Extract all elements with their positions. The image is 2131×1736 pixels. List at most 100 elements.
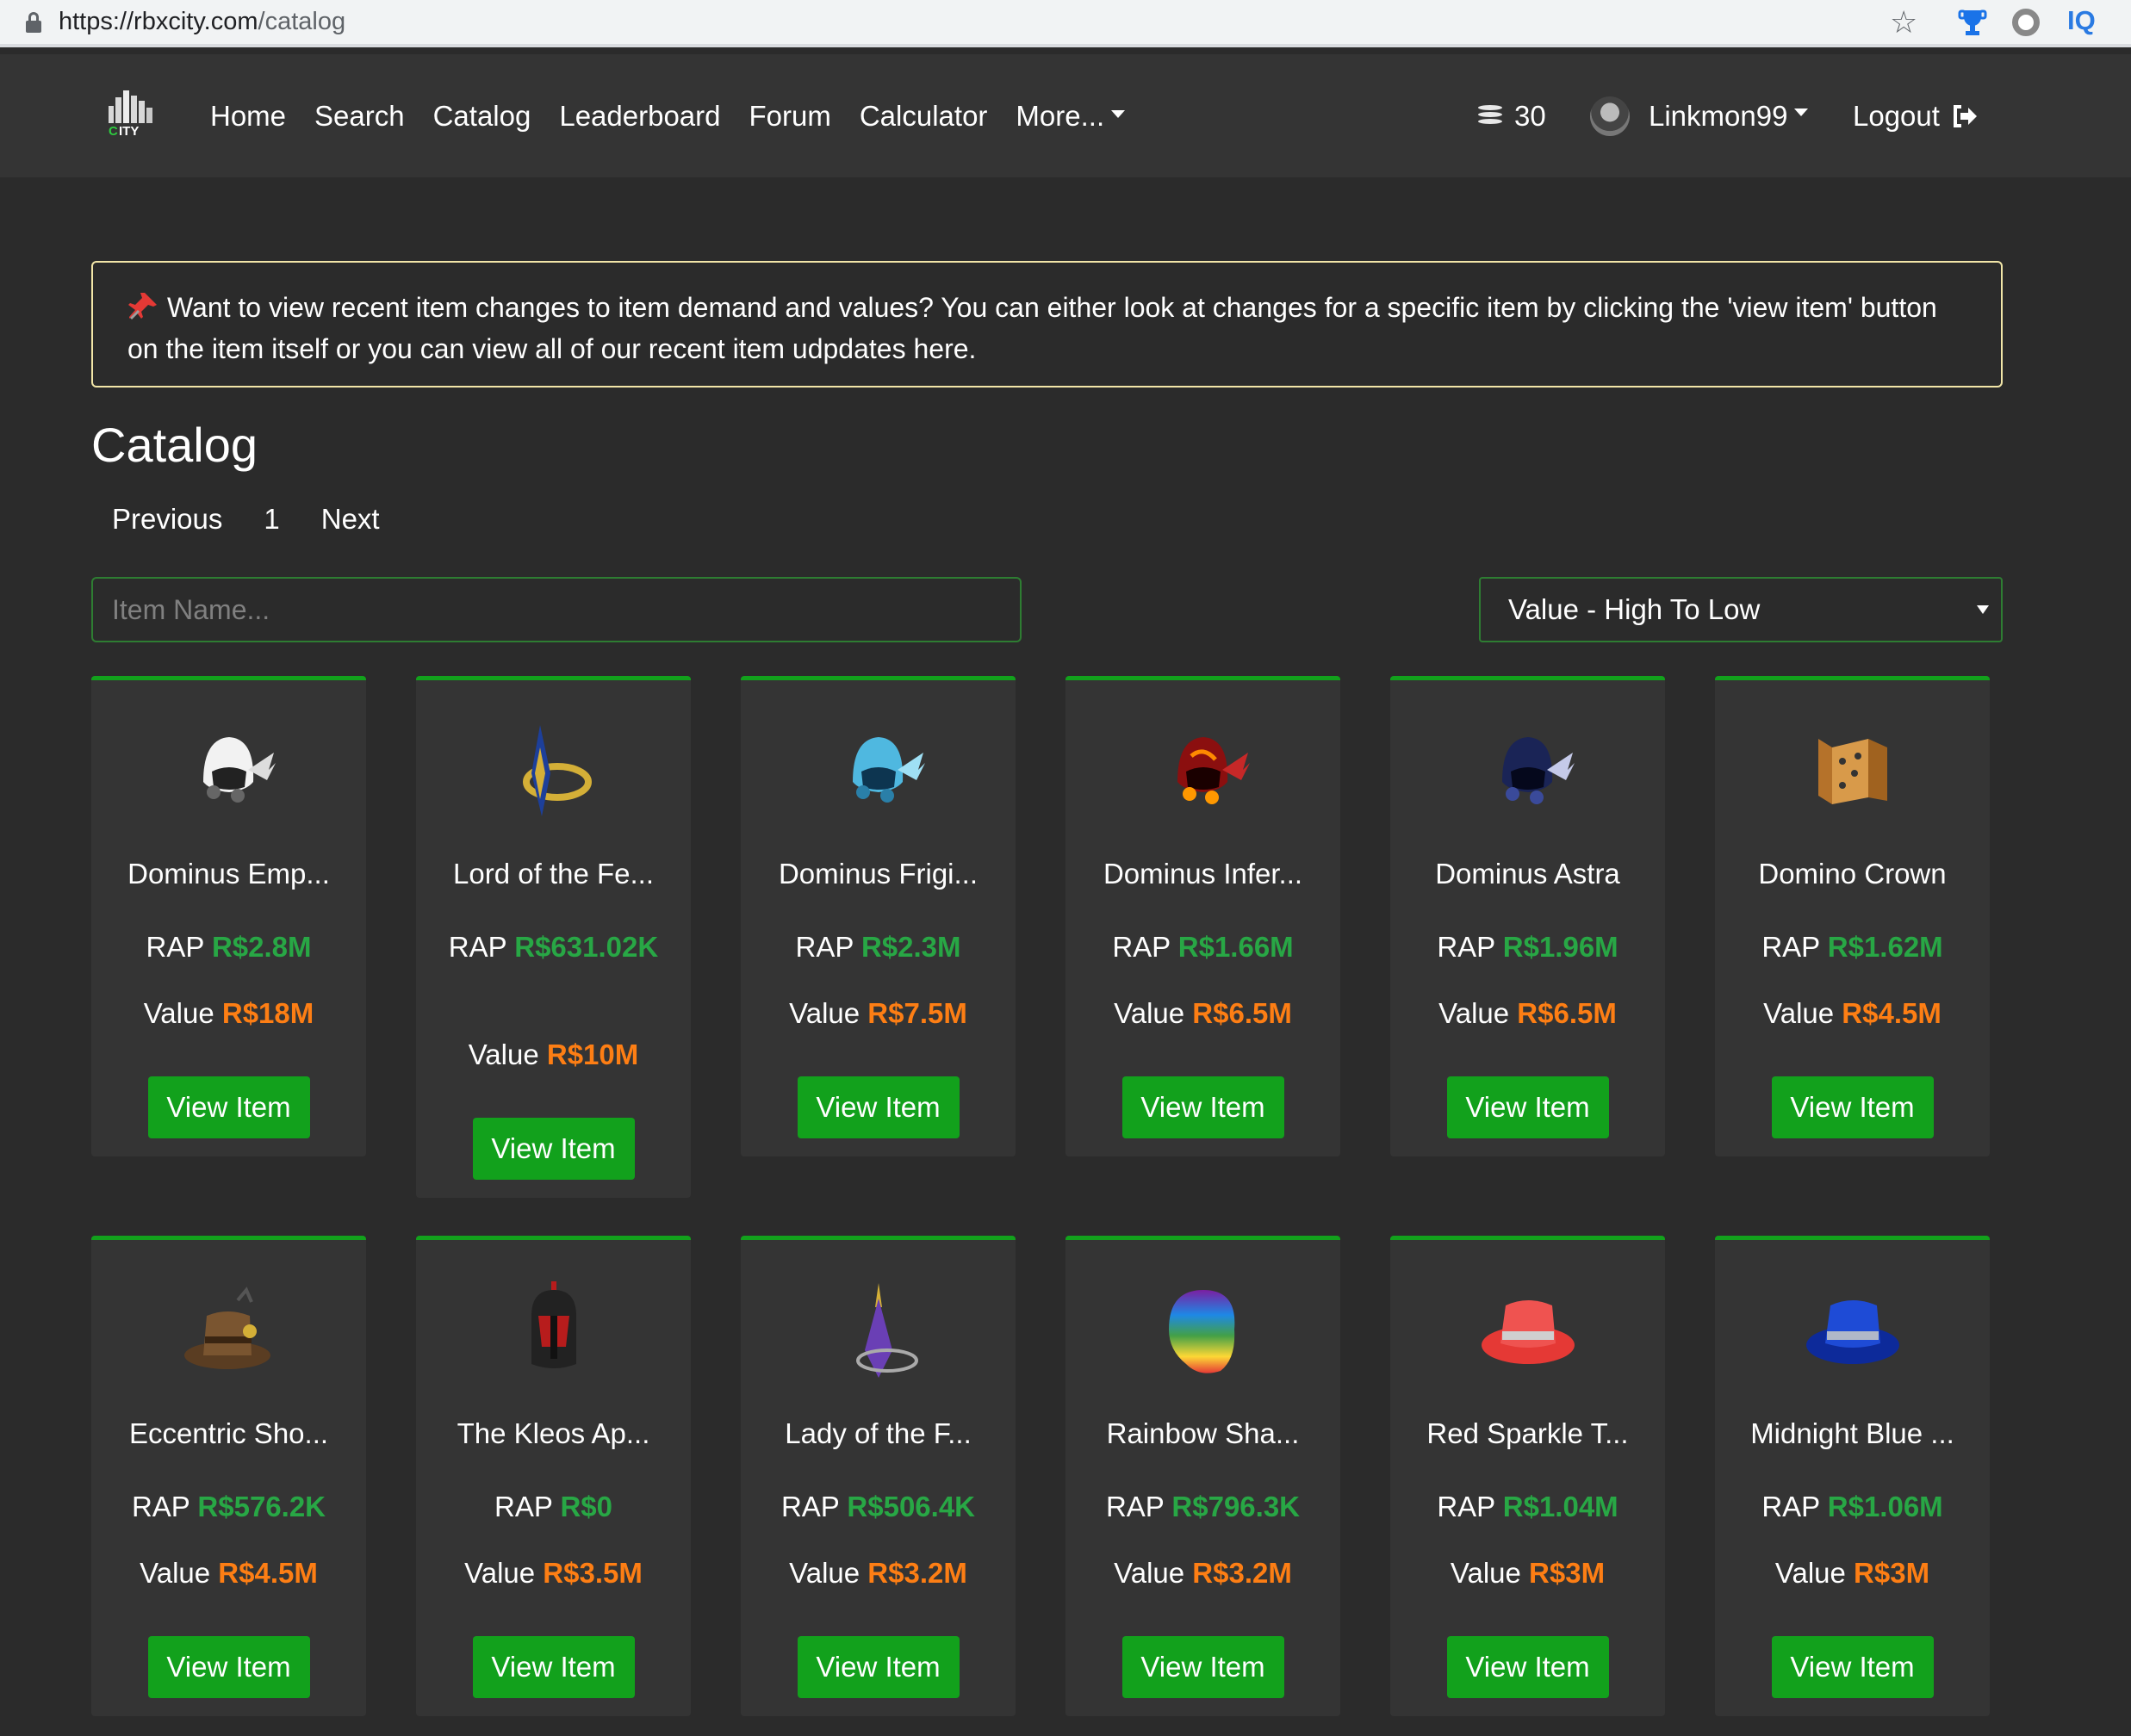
view-item-button[interactable]: View Item bbox=[1771, 1636, 1934, 1698]
value-label: Value bbox=[789, 997, 860, 1029]
item-value: Value R$6.5M bbox=[1066, 997, 1340, 1030]
value-label: Value bbox=[1114, 997, 1185, 1029]
item-thumbnail[interactable] bbox=[1801, 722, 1904, 825]
url-path: /catalog bbox=[258, 8, 346, 35]
item-rap: RAP R$1.06M bbox=[1741, 1486, 1964, 1528]
pushpin-icon bbox=[128, 293, 157, 320]
nav-search[interactable]: Search bbox=[314, 100, 405, 133]
view-item-button[interactable]: View Item bbox=[1771, 1076, 1934, 1138]
item-thumbnail[interactable] bbox=[1152, 1281, 1255, 1385]
view-item-button[interactable]: View Item bbox=[472, 1118, 635, 1180]
nav-home[interactable]: Home bbox=[210, 100, 286, 133]
nav-forum[interactable]: Forum bbox=[749, 100, 831, 133]
item-name: Midnight Blue ... bbox=[1750, 1417, 1954, 1449]
rap-label: RAP bbox=[448, 931, 507, 963]
view-item-button[interactable]: View Item bbox=[1446, 1076, 1609, 1138]
item-thumbnail[interactable] bbox=[1801, 1281, 1904, 1385]
value-label: Value bbox=[1763, 997, 1835, 1029]
value-amount: R$10M bbox=[546, 1038, 639, 1070]
pagination-page-1[interactable]: 1 bbox=[243, 503, 300, 536]
item-name-search-input[interactable] bbox=[91, 577, 1022, 642]
rbxcity-logo-icon[interactable]: C ITY bbox=[105, 89, 158, 137]
nav-more-dropdown[interactable]: More... bbox=[1016, 99, 1126, 133]
item-rap: RAP R$2.8M bbox=[117, 927, 340, 968]
item-thumbnail[interactable] bbox=[502, 722, 606, 825]
alert-text: Want to view recent item changes to item… bbox=[127, 292, 1937, 364]
item-rap: RAP R$506.4K bbox=[767, 1486, 990, 1528]
trophy-extension-icon[interactable] bbox=[1957, 7, 1988, 38]
rap-label: RAP bbox=[1112, 931, 1171, 963]
rap-amount: R$2.8M bbox=[211, 931, 312, 963]
pagination-next[interactable]: Next bbox=[301, 503, 401, 536]
value-amount: R$18M bbox=[221, 997, 314, 1029]
value-amount: R$3.5M bbox=[543, 1557, 643, 1589]
nav-more-label: More... bbox=[1016, 99, 1105, 132]
item-card: The Kleos Ap... RAP R$0 Value R$3.5M View I… bbox=[416, 1236, 691, 1716]
item-thumbnail[interactable] bbox=[1476, 722, 1580, 825]
item-value: Value R$7.5M bbox=[741, 997, 1016, 1030]
item-value: Value R$3.2M bbox=[741, 1557, 1016, 1590]
logout-button[interactable]: Logout bbox=[1853, 54, 1978, 177]
browser-address-bar[interactable]: https://rbxcity.com/catalog ☆ IQ bbox=[0, 0, 2131, 47]
rap-label: RAP bbox=[1761, 931, 1820, 963]
item-card: Lord of the Fe... RAP R$631.02K Value R$10… bbox=[416, 676, 691, 1198]
value-label: Value bbox=[143, 997, 214, 1029]
coin-balance[interactable]: 30 bbox=[1476, 54, 1546, 177]
item-name: Eccentric Sho... bbox=[128, 1417, 329, 1449]
item-name: Dominus Astra bbox=[1435, 858, 1620, 890]
item-card: Red Sparkle T... RAP R$1.04M Value R$3M Vie… bbox=[1390, 1236, 1665, 1716]
item-thumbnail[interactable] bbox=[827, 1281, 930, 1385]
item-rap: RAP R$1.04M bbox=[1416, 1486, 1639, 1528]
bookmark-star-icon[interactable]: ☆ bbox=[1890, 4, 1917, 40]
item-thumbnail[interactable] bbox=[502, 1278, 606, 1385]
item-name: Dominus Infer... bbox=[1103, 858, 1303, 890]
site-navbar: C ITY Home Search Catalog Leaderboard Fo… bbox=[0, 54, 2131, 177]
item-value: Value R$10M bbox=[416, 1038, 691, 1071]
item-thumbnail[interactable] bbox=[1152, 722, 1255, 825]
chevron-down-icon bbox=[1977, 605, 1989, 614]
item-thumbnail[interactable] bbox=[177, 722, 281, 825]
value-amount: R$6.5M bbox=[1517, 997, 1617, 1029]
rap-amount: R$576.2K bbox=[197, 1491, 326, 1522]
nav-leaderboard[interactable]: Leaderboard bbox=[559, 100, 720, 133]
item-thumbnail[interactable] bbox=[177, 1281, 281, 1385]
value-label: Value bbox=[140, 1557, 211, 1589]
item-card: Domino Crown RAP R$1.62M Value R$4.5M View … bbox=[1715, 676, 1990, 1156]
item-card: Dominus Astra RAP R$1.96M Value R$6.5M View… bbox=[1390, 676, 1665, 1156]
pagination-previous[interactable]: Previous bbox=[91, 503, 243, 536]
view-item-button[interactable]: View Item bbox=[1121, 1076, 1284, 1138]
item-value: Value R$3.2M bbox=[1066, 1557, 1340, 1590]
item-value: Value R$4.5M bbox=[1715, 997, 1990, 1030]
value-label: Value bbox=[1774, 1557, 1846, 1589]
item-value: Value R$3M bbox=[1715, 1557, 1990, 1590]
iq-extension-icon[interactable]: IQ bbox=[2067, 5, 2096, 36]
user-menu-dropdown[interactable]: Linkmon99 bbox=[1590, 54, 1809, 177]
item-value: Value R$3M bbox=[1390, 1557, 1665, 1590]
circle-extension-icon[interactable] bbox=[2012, 9, 2040, 36]
chevron-down-icon bbox=[1794, 108, 1809, 116]
item-thumbnail[interactable] bbox=[1476, 1281, 1580, 1385]
item-name: Red Sparkle T... bbox=[1426, 1417, 1629, 1449]
rap-amount: R$1.06M bbox=[1827, 1491, 1943, 1522]
nav-catalog[interactable]: Catalog bbox=[433, 100, 531, 133]
value-label: Value bbox=[1114, 1557, 1185, 1589]
rap-label: RAP bbox=[780, 1491, 840, 1522]
view-item-button[interactable]: View Item bbox=[1121, 1636, 1284, 1698]
url-text[interactable]: https://rbxcity.com/catalog bbox=[59, 8, 345, 36]
view-item-button[interactable]: View Item bbox=[147, 1636, 310, 1698]
nav-calculator[interactable]: Calculator bbox=[860, 100, 988, 133]
value-amount: R$4.5M bbox=[218, 1557, 318, 1589]
rap-label: RAP bbox=[795, 931, 854, 963]
sort-selected-value: Value - High To Low bbox=[1508, 593, 1761, 625]
value-amount: R$3M bbox=[1529, 1557, 1606, 1589]
item-card: Dominus Emp... RAP R$2.8M Value R$18M View … bbox=[91, 676, 366, 1156]
view-item-button[interactable]: View Item bbox=[1446, 1636, 1609, 1698]
item-thumbnail[interactable] bbox=[827, 722, 930, 825]
sort-select[interactable]: Value - High To Low bbox=[1479, 577, 2003, 642]
view-item-button[interactable]: View Item bbox=[147, 1076, 310, 1138]
view-item-button[interactable]: View Item bbox=[797, 1636, 960, 1698]
page-title: Catalog bbox=[91, 418, 258, 472]
view-item-button[interactable]: View Item bbox=[797, 1076, 960, 1138]
rap-label: RAP bbox=[1761, 1491, 1820, 1522]
view-item-button[interactable]: View Item bbox=[472, 1636, 635, 1698]
